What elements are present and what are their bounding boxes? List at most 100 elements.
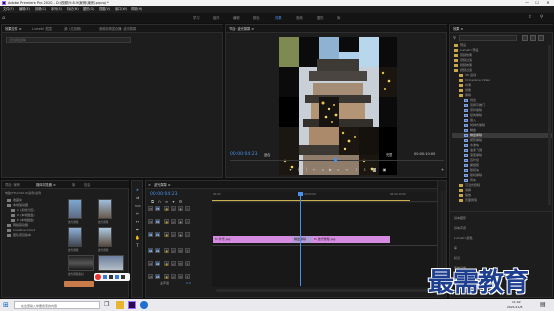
sync-icon[interactable]: ⇄ <box>171 248 176 253</box>
location-path[interactable]: 电脑\F8\2020.8\案例\案例 <box>5 191 41 195</box>
source-patch-button[interactable]: A2 <box>148 261 153 266</box>
quality-select[interactable]: 完整 <box>386 152 392 157</box>
lock-icon[interactable]: 🔒 <box>164 206 169 211</box>
search-help-icon[interactable]: ⚲ <box>540 15 546 21</box>
tab-info[interactable]: 信息 <box>84 181 90 189</box>
thumbnail[interactable] <box>98 227 112 247</box>
menu-file[interactable]: 文件(F) <box>3 6 14 13</box>
timeline-timecode[interactable]: 00:00:04:23 <box>150 192 177 197</box>
thumbnail[interactable] <box>98 255 124 271</box>
ripple-edit-tool-icon[interactable]: ⟺ <box>135 203 141 208</box>
playhead-handle[interactable] <box>298 192 303 196</box>
timeline-zoom-scrollbar[interactable] <box>216 289 442 292</box>
pen-tool-icon[interactable]: ✒ <box>135 227 140 232</box>
workspace-learning[interactable]: 学习 <box>193 13 200 23</box>
browser-icon[interactable] <box>140 301 148 309</box>
play-icon[interactable]: ▶ <box>328 167 333 172</box>
tab-lumetri-scopes[interactable]: Lumetri 范围 <box>32 25 52 33</box>
home-icon[interactable]: ⌂ <box>2 15 8 21</box>
work-area-bar[interactable] <box>212 200 410 201</box>
ime-voice-icon[interactable] <box>115 275 119 279</box>
workspace-editing[interactable]: 编辑 <box>233 13 240 23</box>
go-to-out-icon[interactable]: ⇥ <box>344 167 349 172</box>
solo-icon[interactable]: S <box>185 274 190 279</box>
track-select-tool-icon[interactable]: ⇉ <box>135 195 140 200</box>
track-label[interactable]: V3 <box>155 206 160 211</box>
sync-icon[interactable]: ⇄ <box>171 232 176 237</box>
add-marker-icon[interactable]: ▾ <box>288 167 293 172</box>
lock-icon[interactable]: 🔒 <box>164 248 169 253</box>
thumbnail[interactable] <box>68 199 82 219</box>
mute-icon[interactable]: M <box>178 274 183 279</box>
workspace-graphics[interactable]: 图形 <box>317 13 324 23</box>
mark-in-icon[interactable]: { <box>296 167 301 172</box>
effects-search-input[interactable] <box>459 35 517 41</box>
effects-tab-label[interactable]: 效果 ≡ <box>453 25 463 33</box>
tab-media-browser[interactable]: 媒体浏览器 ≡ <box>36 181 56 189</box>
eye-icon[interactable]: ◉ <box>178 219 183 224</box>
mark-out-icon[interactable]: } <box>304 167 309 172</box>
sync-icon[interactable]: ⇄ <box>171 219 176 224</box>
hand-tool-icon[interactable]: ✋ <box>135 235 140 240</box>
ime-keyboard-icon[interactable] <box>121 275 125 279</box>
eye-icon[interactable]: ◉ <box>178 206 183 211</box>
panel-header[interactable]: 库 <box>454 243 552 253</box>
source-patch-button[interactable]: A3 <box>148 274 153 279</box>
razor-tool-icon[interactable]: ✂ <box>135 211 140 216</box>
quick-export-icon[interactable]: ⇪ <box>528 15 534 21</box>
track-label[interactable]: V2 <box>155 219 160 224</box>
ime-popup[interactable] <box>64 281 94 287</box>
workspace-color[interactable]: 颜色 <box>253 13 260 23</box>
ime-punctuation-icon[interactable] <box>109 275 113 279</box>
menu-clip[interactable]: 剪辑(C) <box>35 6 46 13</box>
step-back-icon[interactable]: ◂ <box>320 167 325 172</box>
slip-tool-icon[interactable]: ↔ <box>135 219 140 224</box>
tab-project[interactable]: 项目: 案例 <box>5 181 20 189</box>
tab-libraries[interactable]: 库 <box>72 181 75 189</box>
menu-view[interactable]: 视图(V) <box>99 6 110 13</box>
source-patch-button[interactable]: V1 <box>148 232 153 237</box>
effects-folder[interactable]: 页面剥落 <box>452 198 552 203</box>
comparison-view-icon[interactable]: ▣ <box>382 167 387 172</box>
tab-program[interactable]: 节目: 波光粼粼 ≡ <box>229 25 254 33</box>
lock-icon[interactable]: 🔒 <box>164 232 169 237</box>
taskbar-search-input[interactable]: 在这里输入你要搜索的内容 <box>14 301 100 309</box>
32bit-effects-icon[interactable] <box>530 35 536 41</box>
notification-icon[interactable]: ▤ <box>540 301 548 309</box>
workspace-audio[interactable]: 音频 <box>296 13 303 23</box>
mute-icon[interactable]: M <box>178 248 183 253</box>
ime-lang-icon[interactable] <box>103 275 107 279</box>
output-icon[interactable]: ▭ <box>185 206 190 211</box>
menu-help[interactable]: 帮助(H) <box>131 6 142 13</box>
sync-icon[interactable]: ⇄ <box>171 206 176 211</box>
go-to-in-icon[interactable]: ⇤ <box>312 167 317 172</box>
panel-header[interactable]: Lumetri 颜色 <box>454 233 552 243</box>
time-ruler[interactable]: 00:00 00:00:05:00 00:00:10:00 <box>212 192 446 202</box>
lift-icon[interactable]: ⇧ <box>354 167 359 172</box>
track-label[interactable]: A1 <box>155 248 160 253</box>
close-icon[interactable]: × <box>148 183 152 187</box>
mute-icon[interactable]: M <box>178 261 183 266</box>
menu-edit[interactable]: 编辑(E) <box>19 6 30 13</box>
menu-sequence[interactable]: 序列(S) <box>51 6 62 13</box>
media-tree-item[interactable]: 团队项目版本 <box>5 233 63 238</box>
type-tool-icon[interactable]: T <box>135 243 140 248</box>
thumbnail[interactable] <box>68 255 94 271</box>
solo-icon[interactable]: S <box>185 248 190 253</box>
workspace-effects[interactable]: 效果 <box>275 13 282 23</box>
fit-select[interactable]: 适合 <box>264 152 270 157</box>
clip-sparkle[interactable]: fx 波光粼粼.jpg <box>312 236 390 243</box>
solo-icon[interactable]: S <box>185 261 190 266</box>
program-current-timecode[interactable]: 00:00:04:23 <box>230 152 257 157</box>
transition-checkerboard-wipe[interactable]: 棋盘擦除 <box>292 236 312 243</box>
button-editor-icon[interactable]: + <box>440 167 445 172</box>
tab-source[interactable]: 源: (无剪辑) <box>64 25 81 33</box>
lock-icon[interactable]: 🔒 <box>164 219 169 224</box>
panel-header[interactable]: 基本图形 <box>454 213 552 223</box>
lock-icon[interactable]: 🔒 <box>164 261 169 266</box>
ime-toolbar[interactable] <box>94 273 130 281</box>
program-playhead[interactable] <box>334 158 337 162</box>
effects-scrollbar[interactable] <box>548 45 551 205</box>
track-label[interactable]: A3 <box>155 274 160 279</box>
clock-time[interactable]: 11:02 <box>512 300 521 304</box>
